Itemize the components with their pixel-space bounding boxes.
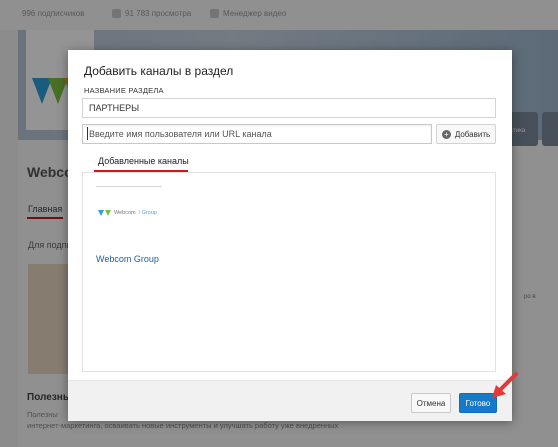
section-name-label: НАЗВАНИЕ РАЗДЕЛА	[84, 86, 164, 95]
add-channel-button[interactable]: + Добавить	[436, 124, 496, 144]
text-cursor	[87, 127, 88, 140]
plus-icon: +	[441, 129, 451, 139]
section-name-input[interactable]: ПАРТНЕРЫ	[82, 98, 496, 118]
list-divider	[96, 186, 162, 187]
dialog-title: Добавить каналы в раздел	[84, 64, 234, 78]
channel-name-link[interactable]: Webcom Group	[96, 254, 159, 264]
red-arrow-icon	[492, 372, 518, 398]
channel-thumb-suffix: / Group	[138, 210, 157, 216]
channel-thumbnail[interactable]: Webcom / Group	[98, 210, 157, 216]
add-button-label: Добавить	[454, 129, 491, 139]
channel-search-input[interactable]: Введите имя пользователя или URL канала	[82, 124, 432, 144]
add-channels-dialog: Добавить каналы в раздел НАЗВАНИЕ РАЗДЕЛ…	[68, 50, 512, 421]
cancel-button[interactable]: Отмена	[411, 393, 451, 413]
channel-thumb-text: Webcom	[114, 210, 136, 216]
tab-added-channels[interactable]: Добавленные каналы	[98, 156, 189, 166]
added-channels-list	[82, 172, 496, 372]
webcom-logo-icon	[98, 210, 111, 216]
